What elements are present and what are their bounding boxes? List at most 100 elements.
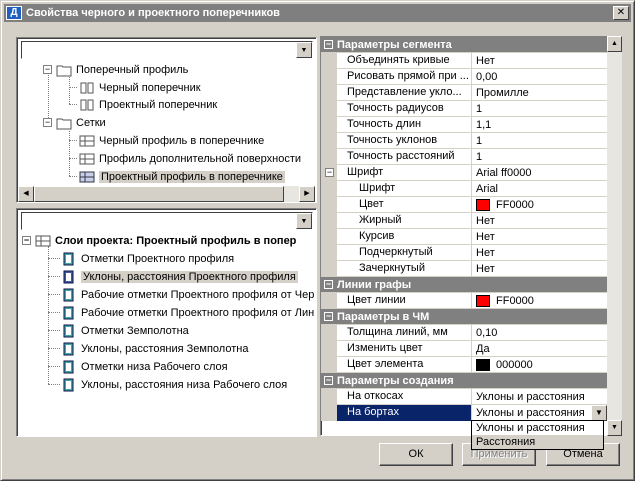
tree-item-black-profile[interactable]: Черный профиль в поперечнике — [79, 132, 264, 149]
layer-item[interactable]: Отметки Проектного профиля — [61, 250, 234, 267]
property-row[interactable]: Жирный Нет — [321, 213, 608, 229]
property-row-color[interactable]: Цвет линии FF0000 — [321, 293, 608, 309]
color-swatch — [476, 359, 490, 371]
top-horizontal-scrollbar[interactable]: ◀ ▶ — [18, 186, 315, 202]
property-row-editing[interactable]: На бортах Уклоны и расстояния ▼ — [321, 405, 608, 421]
layer-item[interactable]: Рабочие отметки Проектного профиля от Че… — [61, 286, 315, 303]
tree-item-cross-profile[interactable]: − Поперечный профиль — [43, 61, 188, 78]
tree-item-extra-surface[interactable]: Профиль дополнительной поверхности — [79, 150, 304, 167]
tree-item-black-cross[interactable]: Черный поперечник — [79, 79, 201, 96]
property-value[interactable]: 0,10 — [472, 325, 608, 341]
close-button[interactable]: ✕ — [613, 6, 629, 20]
property-row[interactable]: На откосах Уклоны и расстояния — [321, 389, 608, 405]
property-value-combo[interactable]: Уклоны и расстояния — [472, 405, 608, 421]
chevron-down-icon[interactable]: ▼ — [296, 213, 312, 229]
collapse-icon[interactable]: − — [324, 280, 333, 289]
row-gutter — [321, 117, 337, 133]
property-row-color[interactable]: Цвет элемента 000000 — [321, 357, 608, 373]
dropdown-option[interactable]: Уклоны и расстояния — [472, 421, 603, 435]
property-row-font[interactable]: − Шрифт Arial ff0000 — [321, 165, 608, 181]
ok-button[interactable]: ОК — [379, 443, 453, 466]
scroll-right-icon[interactable]: ▶ — [299, 186, 315, 202]
property-value[interactable]: Arial ff0000 — [472, 165, 608, 181]
property-row[interactable]: Точность расстояний 1 — [321, 149, 608, 165]
property-value-color[interactable]: FF0000 — [472, 293, 608, 309]
property-value[interactable]: Нет — [472, 245, 608, 261]
scroll-down-icon[interactable]: ▼ — [607, 420, 622, 436]
layer-item[interactable]: Уклоны, расстояния низа Рабочего слоя — [61, 376, 287, 393]
property-row[interactable]: Объединять кривые Нет — [321, 53, 608, 69]
property-row[interactable]: Изменить цвет Да — [321, 341, 608, 357]
row-gutter — [321, 101, 337, 117]
tree-line — [69, 140, 77, 141]
property-value[interactable]: 1 — [472, 101, 608, 117]
property-value[interactable]: 1 — [472, 133, 608, 149]
category-cm-params[interactable]: − Параметры в ЧМ — [321, 309, 608, 325]
property-value[interactable]: Нет — [472, 229, 608, 245]
row-gutter — [321, 181, 337, 197]
property-value[interactable]: Нет — [472, 261, 608, 277]
top-filter-combo[interactable]: ▼ — [21, 41, 313, 59]
category-grid-lines[interactable]: − Линии графы — [321, 277, 608, 293]
tree-item-label: Сетки — [76, 116, 106, 129]
scroll-thumb[interactable] — [34, 186, 284, 202]
tree-item-project-cross[interactable]: Проектный поперечник — [79, 96, 217, 113]
property-value[interactable]: Нет — [472, 53, 608, 69]
property-value[interactable]: Уклоны и расстояния — [472, 389, 608, 405]
category-segment-params[interactable]: − Параметры сегмента — [321, 37, 608, 53]
property-value[interactable]: Промилле — [472, 85, 608, 101]
dropdown-option-highlighted[interactable]: Расстояния — [472, 435, 603, 449]
layer-item[interactable]: Отметки Земполотна — [61, 322, 189, 339]
title-bar[interactable]: Д Свойства черного и проектного поперечн… — [4, 4, 631, 22]
property-row[interactable]: Рисовать прямой при ... 0,00 — [321, 69, 608, 85]
property-row[interactable]: Толщина линий, мм 0,10 — [321, 325, 608, 341]
property-value-color[interactable]: FF0000 — [472, 197, 608, 213]
collapse-icon[interactable]: − — [324, 376, 333, 385]
property-value[interactable]: Arial — [472, 181, 608, 197]
layer-item[interactable]: Уклоны, расстояния Проектного профиля — [61, 268, 298, 285]
scroll-left-icon[interactable]: ◀ — [18, 186, 34, 202]
property-row-color[interactable]: Цвет FF0000 — [321, 197, 608, 213]
folder-icon — [56, 118, 72, 129]
property-row[interactable]: Подчеркнутый Нет — [321, 245, 608, 261]
value-dropdown-list[interactable]: Уклоны и расстояния Расстояния — [471, 420, 604, 450]
collapse-icon[interactable]: − — [43, 65, 52, 74]
layer-icon — [63, 378, 74, 391]
tree-item-project-profile[interactable]: Проектный профиль в поперечнике — [79, 168, 285, 185]
tree-item-grids[interactable]: − Сетки — [43, 114, 106, 131]
property-name: Шрифт — [337, 181, 472, 197]
property-row[interactable]: Зачеркнутый Нет — [321, 261, 608, 277]
property-value[interactable]: 1 — [472, 149, 608, 165]
property-row[interactable]: Шрифт Arial — [321, 181, 608, 197]
chevron-down-icon[interactable]: ▼ — [591, 405, 607, 421]
color-code: FF0000 — [496, 198, 534, 211]
layer-icon — [63, 342, 74, 355]
property-row[interactable]: Точность длин 1,1 — [321, 117, 608, 133]
collapse-icon[interactable]: − — [324, 312, 333, 321]
bottom-filter-combo[interactable]: ▼ — [21, 212, 313, 230]
collapse-icon[interactable]: − — [325, 168, 334, 177]
property-value-color[interactable]: 000000 — [472, 357, 608, 373]
collapse-icon[interactable]: − — [43, 118, 52, 127]
layer-item[interactable]: Рабочие отметки Проектного профиля от Ли… — [61, 304, 315, 321]
collapse-icon[interactable]: − — [324, 40, 333, 49]
chevron-down-icon[interactable]: ▼ — [296, 42, 312, 58]
property-value[interactable]: Нет — [472, 213, 608, 229]
tree-root-label: Слои проекта: Проектный профиль в попер — [55, 234, 297, 247]
property-value[interactable]: 0,00 — [472, 69, 608, 85]
property-row[interactable]: Курсив Нет — [321, 229, 608, 245]
tree-root-project-layers[interactable]: − Слои проекта: Проектный профиль в попе… — [22, 232, 308, 249]
property-row[interactable]: Точность уклонов 1 — [321, 133, 608, 149]
property-row[interactable]: Точность радиусов 1 — [321, 101, 608, 117]
scroll-up-icon[interactable]: ▲ — [607, 36, 622, 52]
property-name: Точность радиусов — [337, 101, 472, 117]
layer-item[interactable]: Уклоны, расстояния Земполотна — [61, 340, 248, 357]
category-creation-params[interactable]: − Параметры создания — [321, 373, 608, 389]
property-row[interactable]: Представление укло... Промилле — [321, 85, 608, 101]
layer-item[interactable]: Отметки низа Рабочего слоя — [61, 358, 228, 375]
collapse-icon[interactable]: − — [22, 236, 31, 245]
property-name: Курсив — [337, 229, 472, 245]
property-vertical-scrollbar[interactable]: ▲ ▼ — [607, 36, 622, 436]
property-value[interactable]: 1,1 — [472, 117, 608, 133]
property-value[interactable]: Да — [472, 341, 608, 357]
